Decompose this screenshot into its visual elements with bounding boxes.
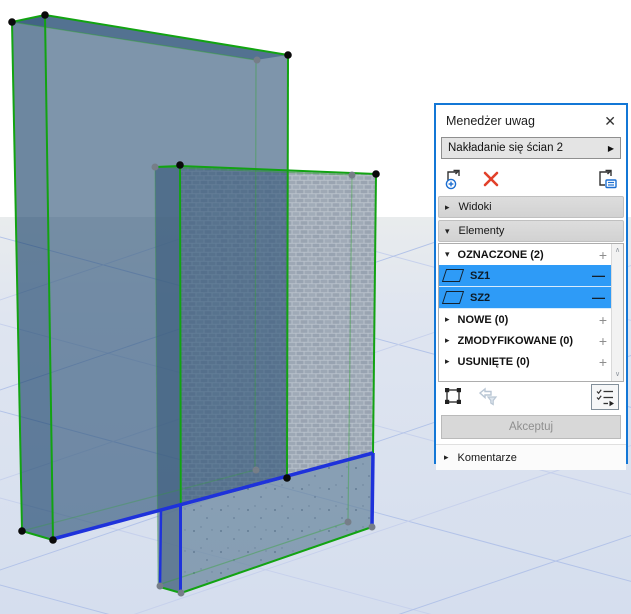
chevron-right-icon[interactable]: ▸ <box>445 357 450 366</box>
delete-issue-button[interactable] <box>482 170 500 191</box>
group-oznaczone[interactable]: ▾ OZNACZONE (2) + <box>439 244 611 265</box>
item-label: SZ1 <box>470 270 490 282</box>
checklist-icon <box>595 387 615 407</box>
chevron-right-icon[interactable]: ▶ <box>608 144 614 153</box>
remove-icon[interactable]: — <box>592 269 605 282</box>
accept-button[interactable]: Akceptuj <box>441 415 621 439</box>
filter-icon <box>477 386 499 406</box>
chevron-right-icon[interactable]: ▸ <box>445 336 450 345</box>
issue-manager-panel: Menedżer uwag ✕ Nakładanie się ścian 2 ▶ <box>434 103 628 464</box>
elements-list: ▾ OZNACZONE (2) + SZ1 — SZ2 — ▸ NOWE (0) <box>438 243 624 382</box>
add-icon[interactable]: + <box>599 248 607 262</box>
chevron-down-icon[interactable]: ▾ <box>445 227 450 236</box>
scroll-up-icon[interactable]: ∧ <box>615 247 620 254</box>
panel-title: Menedżer uwag <box>446 114 535 128</box>
section-label: Widoki <box>459 201 492 213</box>
delete-icon <box>482 170 500 188</box>
group-nowe[interactable]: ▸ NOWE (0) + <box>439 309 611 330</box>
add-icon[interactable]: + <box>599 334 607 348</box>
group-label: NOWE (0) <box>458 314 509 326</box>
issue-selector-value: Nakładanie się ścian 2 <box>448 142 563 154</box>
chevron-down-icon[interactable]: ▾ <box>445 250 450 259</box>
accept-button-label: Akceptuj <box>509 421 553 433</box>
wall-sz1[interactable] <box>12 15 288 540</box>
list-scrollbar[interactable]: ∧ ∨ <box>611 244 623 381</box>
marquee-select-button[interactable] <box>443 386 463 409</box>
group-label: USUNIĘTE (0) <box>458 356 530 368</box>
wall-sz1-front-face[interactable] <box>45 15 288 540</box>
panel-titlebar[interactable]: Menedżer uwag ✕ <box>436 105 626 136</box>
criteria-settings-button[interactable] <box>591 384 619 410</box>
new-issue-icon <box>444 168 466 190</box>
group-label: ZMODYFIKOWANE (0) <box>458 335 574 347</box>
group-zmodyfikowane[interactable]: ▸ ZMODYFIKOWANE (0) + <box>439 330 611 351</box>
issue-toolbar <box>436 165 626 195</box>
filter-button-disabled[interactable] <box>477 386 499 409</box>
add-icon[interactable]: + <box>599 313 607 327</box>
scroll-down-icon[interactable]: ∨ <box>615 371 620 378</box>
section-elementy[interactable]: ▾ Elementy <box>438 220 624 242</box>
section-widoki[interactable]: ▸ Widoki <box>438 196 624 218</box>
app-window: Menedżer uwag ✕ Nakładanie się ścian 2 ▶ <box>0 0 631 614</box>
selection-toolbar <box>436 382 626 412</box>
group-usuniete[interactable]: ▸ USUNIĘTE (0) + <box>439 351 611 372</box>
section-komentarze[interactable]: ▸ Komentarze <box>436 444 626 470</box>
remove-icon[interactable]: — <box>592 291 605 304</box>
list-item-sz1[interactable]: SZ1 — <box>439 265 611 287</box>
marquee-icon <box>443 386 463 406</box>
chevron-right-icon[interactable]: ▸ <box>444 453 449 462</box>
new-issue-button[interactable] <box>444 168 466 193</box>
section-label: Elementy <box>459 225 505 237</box>
issue-selector[interactable]: Nakładanie się ścian 2 ▶ <box>441 137 621 159</box>
item-label: SZ2 <box>470 292 490 304</box>
wall-icon <box>442 291 464 304</box>
section-label: Komentarze <box>458 452 517 464</box>
issue-details-button[interactable] <box>596 168 618 193</box>
list-item-sz2[interactable]: SZ2 — <box>439 287 611 309</box>
chevron-right-icon[interactable]: ▸ <box>445 315 450 324</box>
wall-icon <box>442 269 464 282</box>
add-icon[interactable]: + <box>599 355 607 369</box>
issue-details-icon <box>596 168 618 190</box>
chevron-right-icon[interactable]: ▸ <box>445 203 450 212</box>
group-label: OZNACZONE (2) <box>458 249 544 261</box>
close-icon[interactable]: ✕ <box>604 114 616 128</box>
